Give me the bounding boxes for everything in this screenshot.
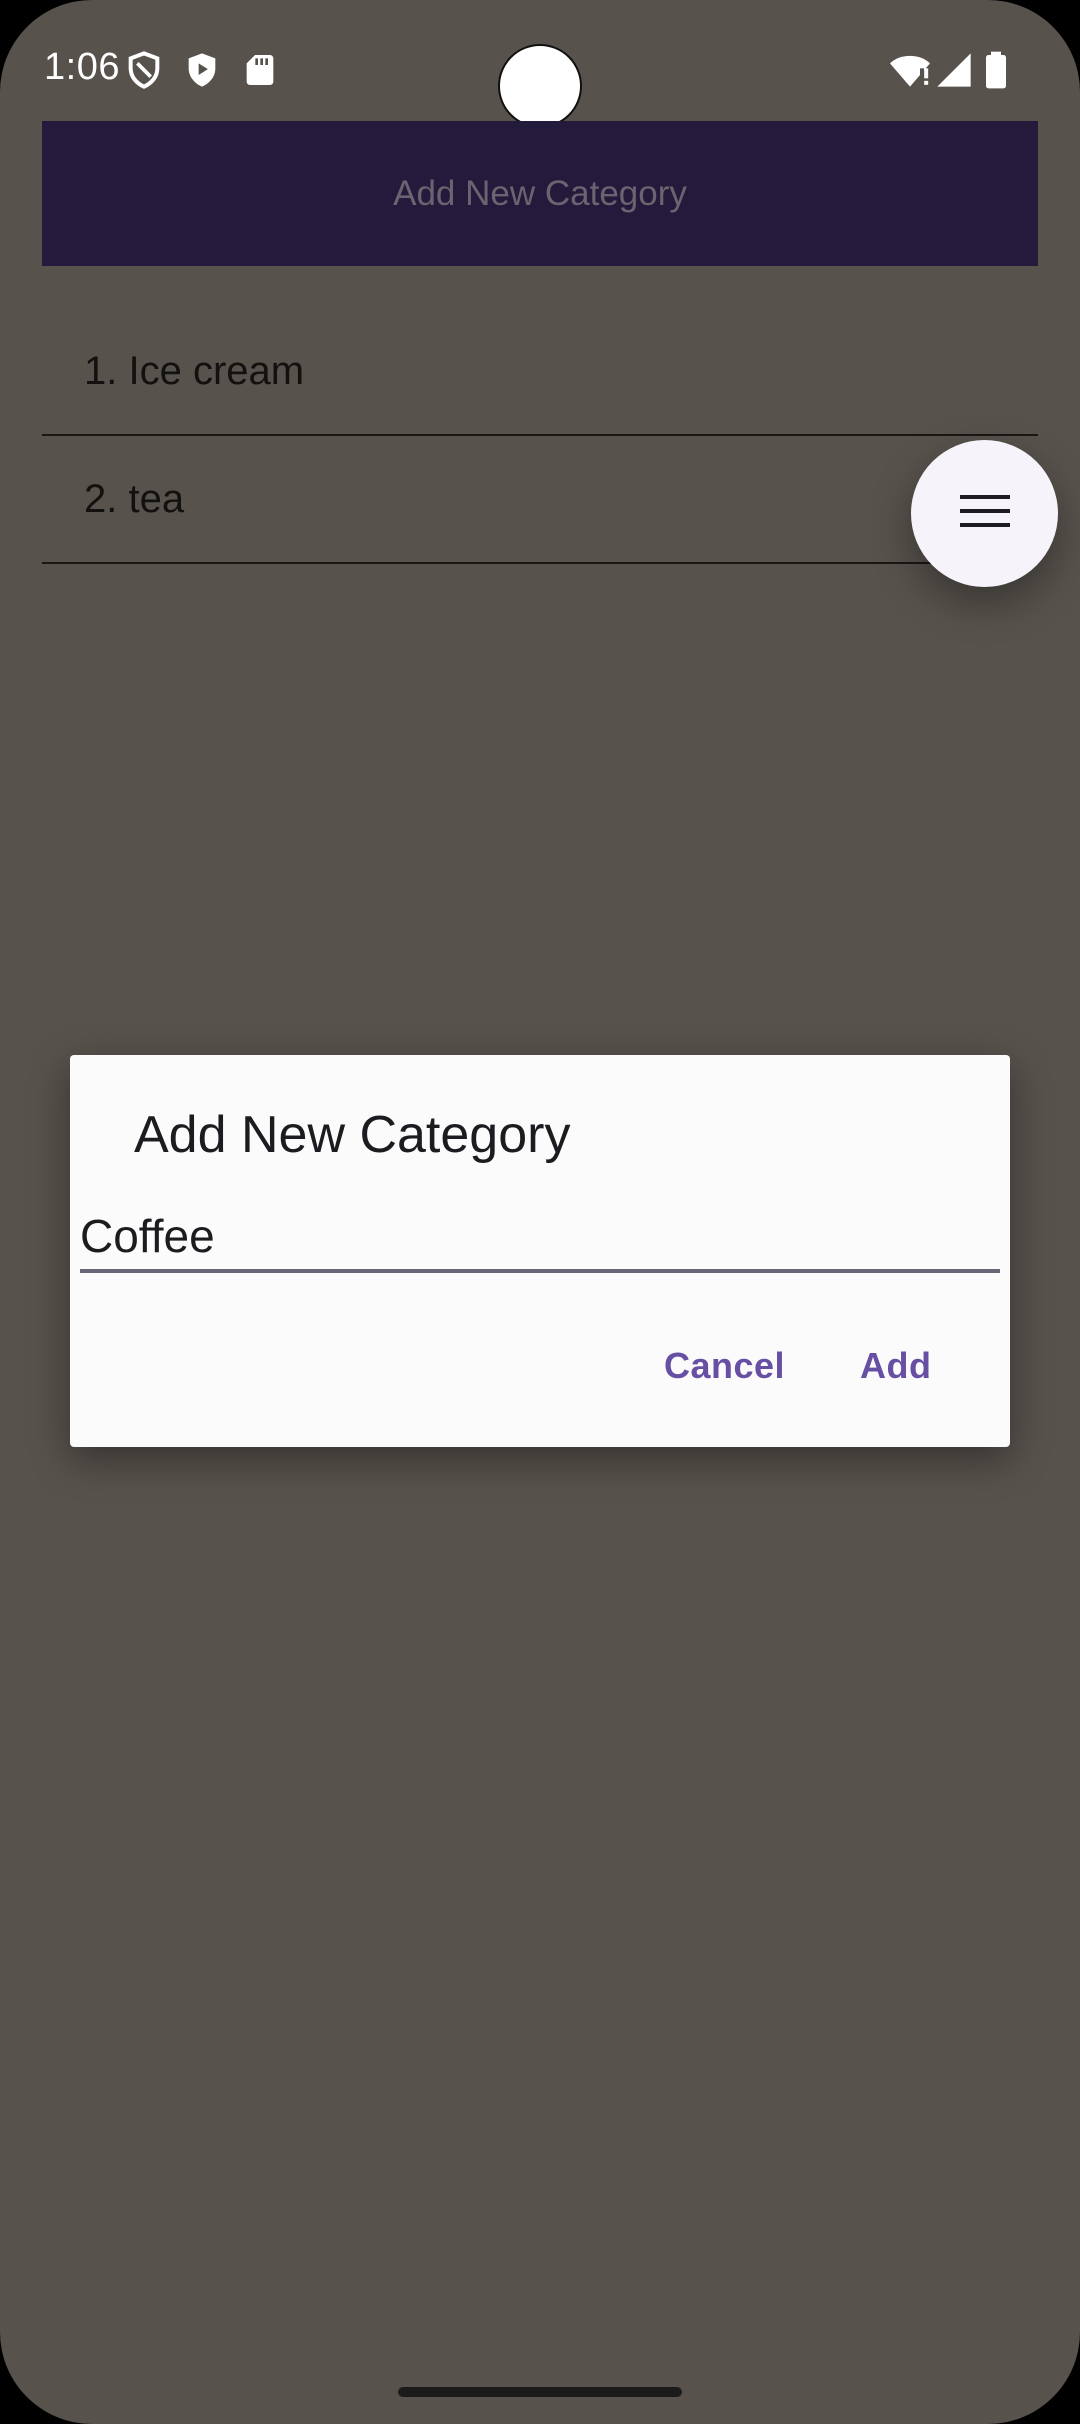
list-item[interactable]: 1. Ice cream [42,308,1038,436]
status-time: 1:06 [44,46,120,88]
status-bar: 1:06 [0,0,1080,128]
list-item[interactable]: 2. tea [42,436,1038,564]
list-item-label: 1. Ice cream [84,348,305,393]
menu-icon [959,493,1010,534]
phone-screen: 1:06 Add New Category 1. Ice cream 2. te… [0,0,1080,2424]
sd-card-icon [240,50,280,90]
shield-outline-icon [124,50,164,90]
cancel-button[interactable]: Cancel [664,1345,785,1387]
category-list: 1. Ice cream 2. tea [42,308,1038,564]
app-bar: Add New Category [42,121,1038,266]
dialog-title: Add New Category [134,1106,571,1164]
front-camera [498,44,582,128]
shield-play-icon [182,50,222,90]
category-name-input[interactable] [80,1203,1000,1273]
menu-fab-button[interactable] [911,440,1058,587]
signal-icon [934,50,974,90]
app-bar-title: Add New Category [393,173,687,213]
add-category-dialog: Add New Category Cancel Add [70,1055,1010,1447]
list-item-label: 2. tea [84,476,185,521]
add-button[interactable]: Add [860,1345,931,1387]
wifi-alert-icon [888,50,932,90]
gesture-nav-handle[interactable] [398,2387,682,2397]
battery-icon [982,50,1010,90]
